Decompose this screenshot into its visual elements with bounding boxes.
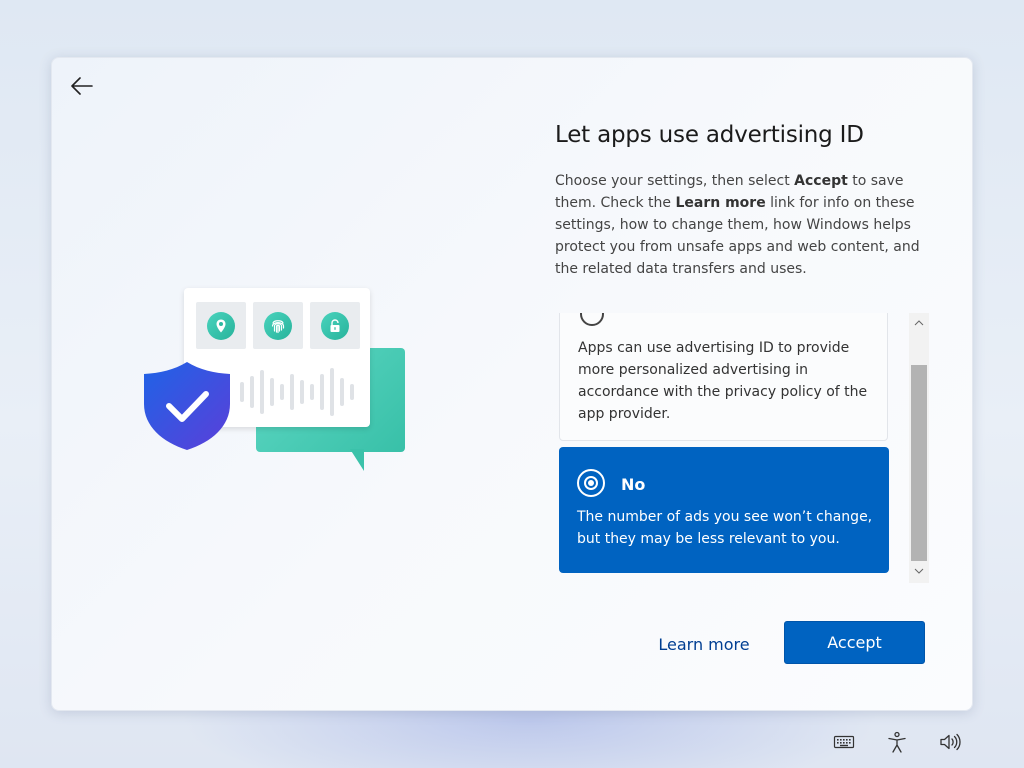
back-arrow-icon	[71, 77, 93, 95]
chevron-down-icon	[914, 568, 924, 574]
location-pin-icon	[216, 319, 226, 332]
scroll-thumb[interactable]	[911, 365, 927, 561]
keyboard-icon	[833, 735, 855, 749]
option-no-description: The number of ads you see won’t change, …	[577, 509, 873, 547]
option-yes[interactable]: Apps can use advertising ID to provide m…	[559, 313, 888, 441]
accessibility-icon	[888, 731, 906, 753]
radio-unselected-icon	[580, 313, 604, 326]
shield-check-icon	[144, 362, 230, 450]
accept-button[interactable]: Accept	[784, 621, 925, 664]
volume-button[interactable]	[938, 730, 962, 754]
fingerprint-icon	[271, 319, 285, 333]
options-list: Apps can use advertising ID to provide m…	[558, 313, 889, 581]
accessibility-button[interactable]	[885, 730, 909, 754]
location-tile	[196, 302, 246, 349]
page-title: Let apps use advertising ID	[555, 122, 864, 148]
option-no-label: No	[621, 475, 646, 494]
privacy-illustration	[142, 286, 412, 476]
radio-selected-icon	[577, 469, 605, 497]
keyboard-button[interactable]	[832, 730, 856, 754]
options-scrollbar[interactable]	[909, 313, 929, 583]
option-no[interactable]: No The number of ads you see won’t chang…	[559, 447, 889, 573]
volume-icon	[940, 733, 961, 751]
scroll-down-button[interactable]	[909, 563, 929, 579]
chat-bubble-tail	[350, 449, 364, 471]
oobe-dialog: Let apps use advertising ID Choose your …	[51, 57, 973, 711]
learn-more-button[interactable]: Learn more	[648, 622, 760, 666]
fingerprint-tile	[253, 302, 303, 349]
option-yes-description: Apps can use advertising ID to provide m…	[578, 340, 868, 422]
unlock-icon	[330, 318, 340, 332]
chevron-up-icon	[914, 320, 924, 326]
page-description: Choose your settings, then select Accept…	[555, 173, 920, 277]
lock-tile	[310, 302, 360, 349]
back-button[interactable]	[66, 72, 98, 100]
scroll-up-button[interactable]	[909, 315, 929, 331]
